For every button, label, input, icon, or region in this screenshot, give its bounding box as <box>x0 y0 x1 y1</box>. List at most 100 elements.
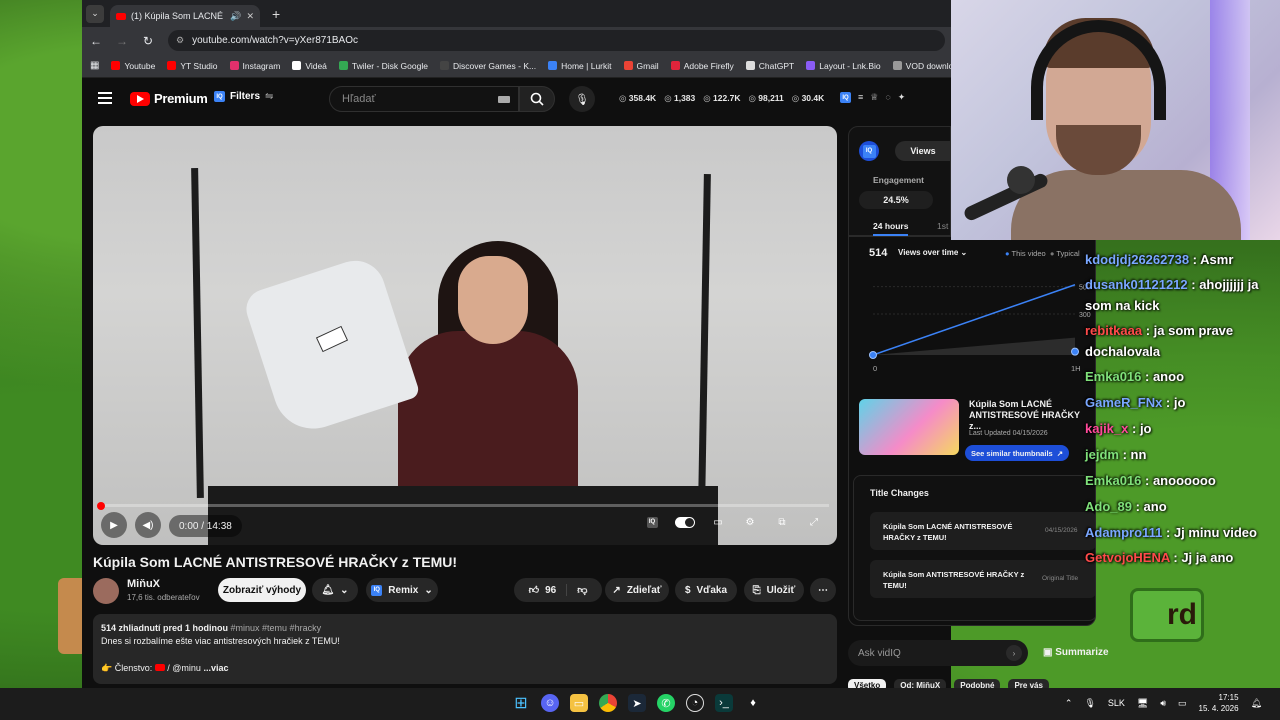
chat-username[interactable]: dusank01121212 <box>1085 277 1188 292</box>
play-button[interactable]: ▶ <box>101 512 127 538</box>
chart-point[interactable] <box>869 351 877 359</box>
bookmark-item[interactable]: Instagram <box>229 61 280 71</box>
tray-overflow-icon[interactable]: ⌃ <box>1065 698 1073 709</box>
network-icon[interactable]: 🖥︎ <box>1137 698 1148 709</box>
chrome-icon[interactable] <box>599 694 617 712</box>
notifications-button[interactable]: 🔔︎ ⌄ <box>312 578 358 602</box>
channel-handle[interactable]: / @minu <box>167 663 201 673</box>
miniplayer-icon[interactable]: ⧉ <box>773 515 791 529</box>
bookmark-item[interactable]: Layout - Lnk.Bio <box>806 61 881 71</box>
obs-icon[interactable]: ◔ <box>686 694 704 712</box>
back-icon[interactable]: ← <box>90 34 102 48</box>
bookmark-item[interactable]: YT Studio <box>167 61 218 71</box>
battery-icon[interactable]: ▭ <box>1178 698 1187 709</box>
bookmark-item[interactable]: ChatGPT <box>745 61 794 71</box>
description-tags[interactable]: #minux #temu #hracky <box>231 623 322 633</box>
discord-icon[interactable]: ☺ <box>541 694 559 712</box>
voice-search-button[interactable]: 🎙 <box>569 86 595 112</box>
chat-icon[interactable]: ◌ <box>885 92 890 103</box>
thanks-button[interactable]: $ Vďaka <box>675 578 737 602</box>
chat-username[interactable]: kajik_x <box>1085 421 1128 436</box>
remix-button[interactable]: IQ Remix ⌄ <box>366 578 438 602</box>
send-icon[interactable]: › <box>1006 645 1022 661</box>
filters-button[interactable]: IQ Filters ⇋ <box>214 91 273 102</box>
browser-tab[interactable]: (1) Kúpila Som LACNÉ ANTI 🔊 ✕ <box>110 5 260 27</box>
close-tab-icon[interactable]: ✕ <box>246 11 254 22</box>
chat-username[interactable]: Emka016 <box>1085 369 1141 384</box>
search-button[interactable] <box>519 86 555 112</box>
language-indicator[interactable]: SLK <box>1108 698 1125 708</box>
file-explorer-icon[interactable]: ▭ <box>570 694 588 712</box>
vidiq-icon[interactable]: IQ <box>840 92 851 103</box>
keyboard-icon[interactable] <box>498 96 510 103</box>
chat-username[interactable]: Emka016 <box>1085 473 1141 488</box>
bookmark-item[interactable]: Adobe Firefly <box>670 61 734 71</box>
apps-grid-icon[interactable]: ▦ <box>90 60 99 71</box>
tab-search-icon[interactable]: ⌄ <box>86 4 104 23</box>
steam-icon[interactable]: ➤ <box>628 694 646 712</box>
chat-username[interactable]: GetvojoHENA <box>1085 550 1170 565</box>
new-tab-button[interactable]: + <box>272 6 280 22</box>
title-change-row[interactable]: Kúpila Som ANTISTRESOVÉ HRAČKY z TEMU! O… <box>870 560 1095 598</box>
share-button[interactable]: ↗ Zdieľať <box>605 578 669 602</box>
description-box[interactable]: 514 zhliadnutí pred 1 hodinou #minux #te… <box>93 614 837 684</box>
join-button[interactable]: Zobraziť výhody <box>218 578 306 602</box>
save-button[interactable]: ⎘ Uložiť <box>744 578 804 602</box>
similar-thumbnails-button[interactable]: See similar thumbnails ↗ <box>965 445 1069 461</box>
tray-mic-icon[interactable]: 🎙︎ <box>1084 698 1095 709</box>
ask-vidiq-input[interactable]: Ask vidIQ › <box>848 640 1028 666</box>
youtube-logo[interactable]: Premium <box>130 91 208 106</box>
more-actions-button[interactable]: ⋯ <box>810 578 836 602</box>
trophy-icon[interactable]: ♕ <box>870 92 878 103</box>
more-link[interactable]: ...viac <box>203 663 228 673</box>
progress-scrubber[interactable] <box>97 502 105 510</box>
vidiq-player-icon[interactable]: IQ <box>643 515 661 529</box>
notifications-icon[interactable]: 🔔︎ <box>1251 698 1262 709</box>
progress-bar[interactable] <box>101 504 829 507</box>
site-info-icon[interactable]: ⚙ <box>176 35 184 46</box>
speaker-icon[interactable]: 🔊 <box>230 11 241 22</box>
chat-username[interactable]: Adampro111 <box>1085 525 1162 540</box>
clock[interactable]: 17:15 15. 4. 2026 <box>1199 692 1239 714</box>
bookmark-item[interactable]: Gmail <box>623 61 659 71</box>
summarize-button[interactable]: ▣ Summarize <box>1043 647 1109 658</box>
video-thumbnail[interactable] <box>859 399 959 455</box>
settings-icon[interactable]: ⚙ <box>741 515 759 529</box>
chat-username[interactable]: Ado_89 <box>1085 499 1132 514</box>
tab-24-hours[interactable]: 24 hours <box>873 221 909 236</box>
reload-icon[interactable]: ↻ <box>142 34 154 48</box>
forward-icon[interactable]: → <box>116 34 128 48</box>
chat-username[interactable]: jejdm <box>1085 447 1119 462</box>
chat-username[interactable]: kdodjdj26262738 <box>1085 252 1189 267</box>
video-player[interactable]: ▶ ◀) 0:00 / 14:38 IQ ▭ ⚙ ⧉ ⤢ <box>93 126 837 545</box>
sparkle-icon[interactable]: ✦ <box>898 92 906 103</box>
bookmark-item[interactable]: Discover Games - K... <box>439 61 536 71</box>
title-change-row[interactable]: Kúpila Som LACNÉ ANTISTRESOVÉ HRAČKY z T… <box>870 512 1095 550</box>
menu-icon[interactable] <box>98 92 112 107</box>
autoplay-toggle[interactable] <box>675 516 695 528</box>
chart-point[interactable] <box>1071 347 1079 356</box>
volume-tray-icon[interactable]: 🔊︎ <box>1160 698 1166 709</box>
bookmark-item[interactable]: Videá <box>292 61 327 71</box>
views-dropdown[interactable]: Views over time ⌄ <box>898 248 967 257</box>
channel-name[interactable]: MiňuX <box>127 578 160 590</box>
terminal-icon[interactable]: ›_ <box>715 694 733 712</box>
bookmark-item[interactable]: Twiler - Disk Google <box>338 61 428 71</box>
like-button[interactable]: 👍︎ 96 <box>529 584 568 596</box>
bookmark-item[interactable]: VOD download <box>892 61 951 71</box>
volume-button[interactable]: ◀) <box>135 512 161 538</box>
subtitles-icon[interactable]: ▭ <box>709 515 727 529</box>
url-field[interactable]: ⚙ youtube.com/watch?v=yXer871BAOc <box>168 30 945 51</box>
chat-username[interactable]: GameR_FNx <box>1085 395 1162 410</box>
channel-avatar[interactable] <box>93 578 119 604</box>
fullscreen-icon[interactable]: ⤢ <box>805 515 823 529</box>
app-icon[interactable]: ♦ <box>744 694 762 712</box>
whatsapp-icon[interactable]: ✆ <box>657 694 675 712</box>
search-input[interactable]: Hľadať <box>329 86 519 112</box>
bookmark-item[interactable]: Home | Lurkit <box>548 61 612 71</box>
tab-views[interactable]: Views <box>895 141 951 161</box>
tab-first[interactable]: 1st <box>937 221 948 231</box>
chat-username[interactable]: rebitkaaa <box>1085 323 1142 338</box>
bookmark-item[interactable]: Youtube <box>111 61 155 71</box>
list-icon[interactable]: ≡ <box>858 92 863 103</box>
